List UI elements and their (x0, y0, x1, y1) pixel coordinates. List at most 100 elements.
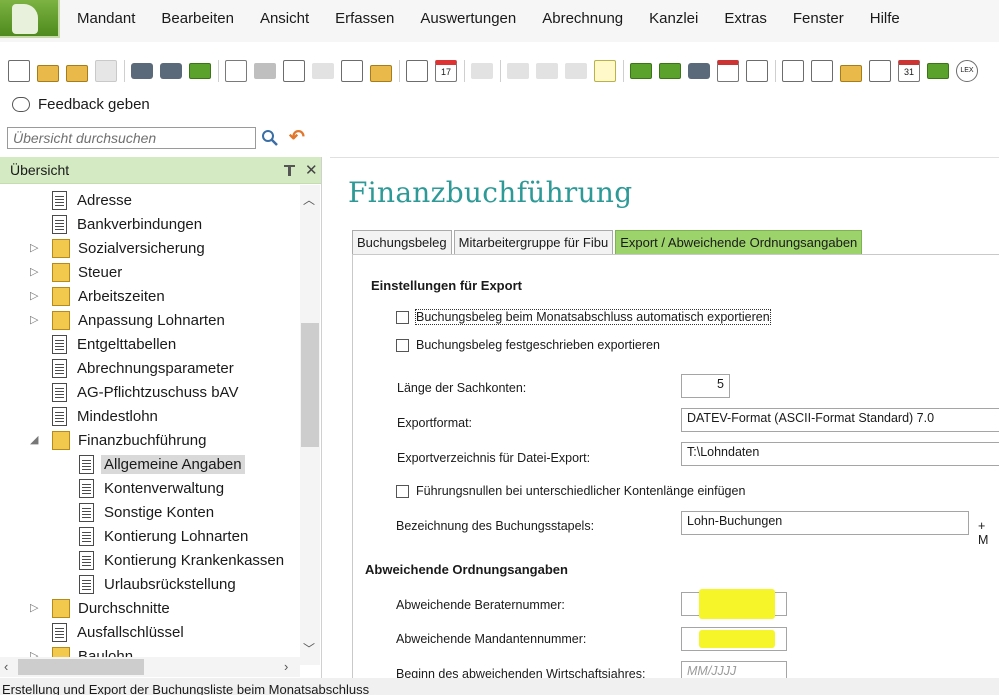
undo-icon[interactable] (471, 63, 493, 79)
expand-icon[interactable]: ▷ (30, 603, 40, 614)
pen-icon[interactable] (717, 60, 739, 82)
menu-abrechnung[interactable]: Abrechnung (529, 10, 636, 27)
menu-hilfe[interactable]: Hilfe (857, 10, 913, 27)
expand-icon[interactable]: ▷ (30, 315, 40, 326)
scroll-up-icon[interactable]: ︿ (303, 191, 315, 208)
paste-icon[interactable] (565, 63, 587, 79)
tree-item-arbeitszeiten[interactable]: Arbeitszeiten (52, 284, 165, 308)
tree-item-sozialversicherung[interactable]: Sozialversicherung (52, 236, 205, 260)
scroll-right-icon[interactable]: › (284, 659, 288, 674)
person-check-icon[interactable] (659, 63, 681, 79)
building-icon[interactable] (688, 63, 710, 79)
import-icon[interactable] (782, 60, 804, 82)
print-icon[interactable] (160, 63, 182, 79)
export-format-select[interactable]: DATEV-Format (ASCII-Format Standard) 7.0 (681, 408, 999, 432)
vertical-scrollbar[interactable]: ︿ ﹀ (300, 185, 320, 665)
calendar-31-icon[interactable]: 31 (898, 60, 920, 82)
close-folder-icon[interactable] (66, 64, 88, 82)
search-input[interactable] (7, 127, 256, 149)
toolbar-separator (775, 60, 776, 82)
checkbox-box[interactable] (396, 338, 409, 352)
menu-erfassen[interactable]: Erfassen (322, 10, 407, 27)
collapse-icon[interactable]: ◢ (30, 435, 40, 446)
scrollbar-thumb[interactable] (301, 323, 319, 447)
menu-ansicht[interactable]: Ansicht (247, 10, 322, 27)
tree-item-kontierung-krankenkassen[interactable]: Kontierung Krankenkassen (79, 548, 284, 572)
expand-icon[interactable]: ▷ (30, 267, 40, 278)
tree-item-baulohn[interactable]: Baulohn (52, 644, 133, 657)
toolbar-separator (218, 60, 219, 82)
lock-icon[interactable] (840, 64, 862, 82)
tab-export[interactable]: Export / Abweichende Ordnungsangaben (615, 230, 863, 254)
lexikon-icon[interactable]: LEX (956, 60, 978, 82)
export-doc-icon[interactable] (811, 60, 833, 82)
tree-item-sonstige-konten[interactable]: Sonstige Konten (79, 500, 214, 524)
reset-search-icon[interactable]: ↶ (289, 128, 309, 148)
checklist-icon[interactable] (341, 60, 363, 82)
tree-item-adresse[interactable]: Adresse (52, 188, 132, 212)
person-icon[interactable] (630, 63, 652, 79)
tree-item-abrechnungsparameter[interactable]: Abrechnungsparameter (52, 356, 234, 380)
horizontal-scrollbar[interactable]: ‹ › (0, 657, 300, 677)
checkbox-label: Buchungsbeleg festgeschrieben exportiere… (416, 338, 660, 352)
account-length-field[interactable]: 5 (681, 374, 730, 398)
tree-item-urlaubsrueckstellung[interactable]: Urlaubsrückstellung (79, 572, 236, 596)
expand-icon[interactable]: ▷ (30, 243, 40, 254)
info-doc-icon[interactable] (869, 60, 891, 82)
app-logo-icon[interactable] (0, 0, 60, 38)
frame-icon[interactable] (370, 64, 392, 82)
menu-mandant[interactable]: Mandant (64, 10, 148, 27)
cut-icon[interactable] (507, 63, 529, 79)
menu-kanzlei[interactable]: Kanzlei (636, 10, 711, 27)
tree-item-kontenverwaltung[interactable]: Kontenverwaltung (79, 476, 224, 500)
open-folder-icon[interactable] (37, 64, 59, 82)
menu-fenster[interactable]: Fenster (780, 10, 857, 27)
feedback-link[interactable]: Feedback geben (12, 94, 150, 114)
menu-auswertungen[interactable]: Auswertungen (407, 10, 529, 27)
tree-item-finanzbuchfuehrung[interactable]: Finanzbuchführung (52, 428, 206, 452)
checkbox-box[interactable] (396, 310, 409, 324)
tree-item-ag-pflichtzuschuss[interactable]: AG-Pflichtzuschuss bAV (52, 380, 238, 404)
help-icon[interactable] (927, 63, 949, 79)
export-icon[interactable] (189, 63, 211, 79)
tree-item-anpassung-lohnarten[interactable]: Anpassung Lohnarten (52, 308, 225, 332)
tree-item-kontierung-lohnarten[interactable]: Kontierung Lohnarten (79, 524, 248, 548)
scroll-down-icon[interactable]: ﹀ (303, 640, 315, 657)
checkbox-box[interactable] (396, 484, 409, 498)
expand-icon[interactable]: ▷ (30, 291, 40, 302)
tree-item-steuer[interactable]: Steuer (52, 260, 122, 284)
tab-mitarbeitergruppe[interactable]: Mitarbeitergruppe für Fibu (453, 230, 614, 254)
card-icon[interactable] (283, 60, 305, 82)
tree-item-allgemeine-angaben[interactable]: Allgemeine Angaben (79, 452, 245, 476)
tree-icon[interactable] (594, 60, 616, 82)
new-document-icon[interactable] (8, 60, 30, 82)
calendar-17-icon[interactable]: 17 (435, 60, 457, 82)
checkbox-auto-export[interactable]: Buchungsbeleg beim Monatsabschluss autom… (396, 309, 771, 325)
pin-icon[interactable] (284, 165, 295, 176)
tree-item-entgelttabellen[interactable]: Entgelttabellen (52, 332, 176, 356)
tab-buchungsbeleg[interactable]: Buchungsbeleg (352, 230, 452, 254)
handshake-icon[interactable] (312, 63, 334, 79)
send-dropdown-icon[interactable] (225, 60, 247, 82)
checkbox-fixed-export[interactable]: Buchungsbeleg festgeschrieben exportiere… (396, 338, 660, 352)
menu-extras[interactable]: Extras (711, 10, 780, 27)
toolbar-separator (500, 60, 501, 82)
scroll-left-icon[interactable]: ‹ (4, 659, 8, 674)
copy-icon[interactable] (536, 63, 558, 79)
calendar-icon[interactable] (746, 60, 768, 82)
search-icon[interactable] (261, 129, 279, 147)
archive-icon[interactable] (254, 63, 276, 79)
tree-item-bankverbindungen[interactable]: Bankverbindungen (52, 212, 202, 236)
tree-item-mindestlohn[interactable]: Mindestlohn (52, 404, 158, 428)
close-icon[interactable]: ✕ (305, 161, 318, 179)
export-dir-field[interactable]: T:\Lohndaten (681, 442, 999, 466)
tree-item-ausfallschluessel[interactable]: Ausfallschlüssel (52, 620, 184, 644)
menu-bearbeiten[interactable]: Bearbeiten (148, 10, 247, 27)
tree-item-durchschnitte[interactable]: Durchschnitte (52, 596, 170, 620)
save-icon[interactable] (95, 60, 117, 82)
scrollbar-thumb[interactable] (18, 659, 144, 675)
checkbox-leading-zeros[interactable]: Führungsnullen bei unterschiedlicher Kon… (396, 484, 745, 498)
edit-list-icon[interactable] (406, 60, 428, 82)
print-preview-icon[interactable] (131, 63, 153, 79)
stack-name-field[interactable]: Lohn-Buchungen (681, 511, 969, 535)
